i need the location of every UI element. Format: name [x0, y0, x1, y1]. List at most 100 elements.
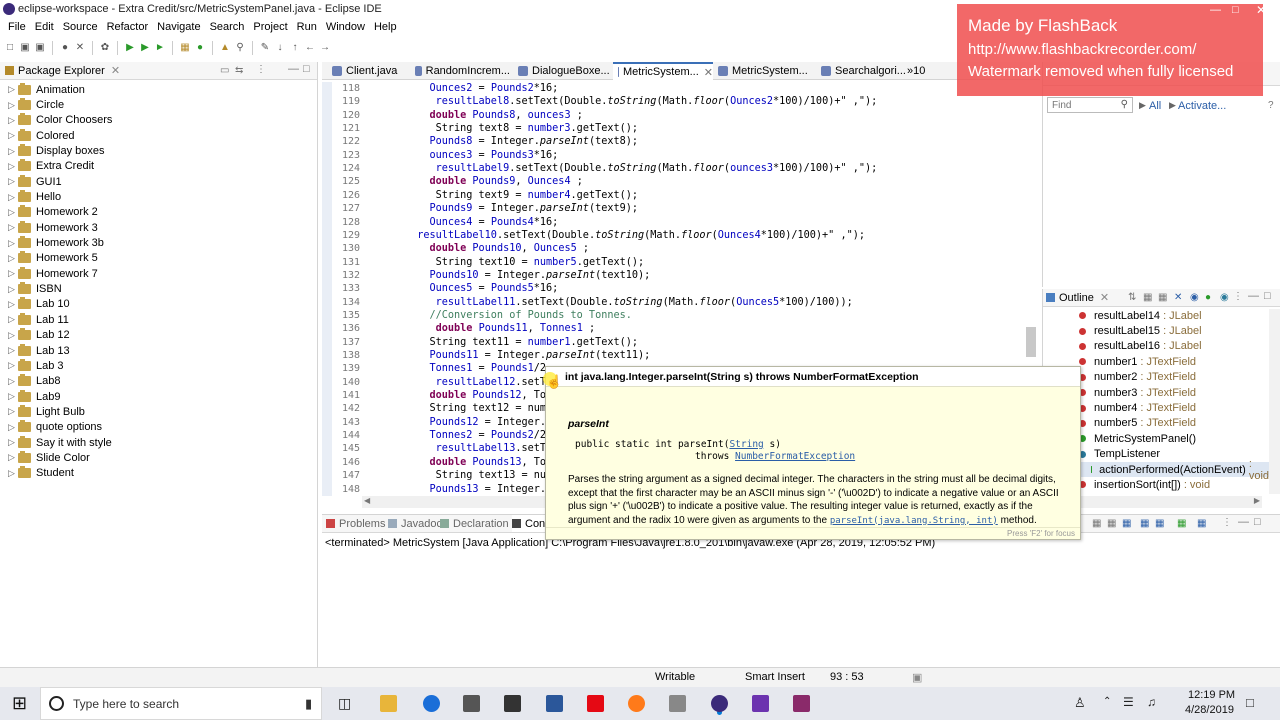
tab-outline[interactable]: Outline ✕ [1046, 289, 1109, 306]
code-line[interactable]: Ounces2 = Pounds2*16; [362, 83, 558, 94]
chevron-right-icon[interactable]: ▷ [8, 268, 18, 279]
window-close-icon[interactable]: ✕ [1256, 3, 1266, 17]
chevron-right-icon[interactable]: ▷ [8, 115, 18, 126]
task-view-icon[interactable]: ◫ [338, 695, 351, 712]
chevron-right-icon[interactable]: ▷ [8, 330, 18, 341]
back-icon[interactable]: ← [304, 42, 316, 54]
tab-search-algorithm[interactable]: Searchalgori... [816, 62, 916, 80]
project-item[interactable]: ▷ Say it with style [0, 435, 318, 450]
code-line[interactable]: resultLabel12.setT [362, 377, 546, 388]
tab-javadoc[interactable]: Javadoc [388, 515, 442, 532]
tab-problems[interactable]: Problems [326, 515, 385, 532]
chevron-right-icon[interactable]: ▷ [8, 238, 18, 249]
external-tools-icon[interactable]: ► [154, 42, 166, 54]
tab-declaration[interactable]: Declaration [440, 515, 509, 532]
more-tabs-indicator[interactable]: »10 [902, 62, 942, 80]
sort-icon[interactable]: ⇅ [1128, 292, 1136, 303]
word-icon[interactable] [546, 695, 563, 712]
file-explorer-icon[interactable] [380, 695, 397, 712]
chevron-right-icon[interactable]: ▷ [8, 146, 18, 157]
run-icon[interactable]: ▶ [124, 42, 136, 54]
hide-static-icon[interactable]: ▦ [1158, 292, 1167, 303]
code-line[interactable]: resultLabel10.setText(Double.toString(Ma… [362, 230, 865, 241]
all-link[interactable]: All [1149, 100, 1161, 112]
project-item[interactable]: ▷ Colored [0, 128, 318, 143]
menu-refactor[interactable]: Refactor [103, 19, 154, 37]
word-wrap-icon[interactable]: ▦ [1122, 518, 1131, 529]
project-item[interactable]: ▷ Lab 12 [0, 328, 318, 343]
open-type-icon[interactable]: ▲ [219, 42, 231, 54]
project-item[interactable]: ▷ Circle [0, 97, 318, 112]
project-item[interactable]: ▷ quote options [0, 420, 318, 435]
chevron-right-icon[interactable]: ▷ [8, 391, 18, 402]
link-with-editor-icon[interactable]: ◉ [1220, 292, 1229, 303]
code-line[interactable]: resultLabel13.setT [362, 443, 546, 454]
code-line[interactable]: double Pounds11, Tonnes1 ; [362, 323, 596, 334]
code-line[interactable]: double Pounds13, To [362, 457, 546, 468]
menu-file[interactable]: File [4, 19, 31, 37]
project-item[interactable]: ▷ Homework 2 [0, 205, 318, 220]
maximize-icon[interactable]: □ [303, 63, 310, 75]
activate-link[interactable]: Activate... [1178, 100, 1226, 112]
project-item[interactable]: ▷ ISBN [0, 281, 318, 296]
chevron-right-icon[interactable]: ▷ [8, 100, 18, 111]
code-line[interactable]: String text11 = number1.getText(); [362, 337, 638, 348]
notifications-icon[interactable]: □ [1246, 695, 1254, 710]
close-icon[interactable]: ✕ [1100, 291, 1109, 304]
maximize-icon[interactable]: □ [1264, 290, 1271, 302]
show-console-icon[interactable]: ▦ [1140, 518, 1149, 529]
edge-icon[interactable] [423, 695, 440, 712]
tab-dialogue-boxes[interactable]: DialogueBoxe... [513, 62, 613, 80]
chevron-right-icon[interactable]: ▷ [8, 192, 18, 203]
debug-icon[interactable]: ✿ [99, 42, 111, 54]
close-tab-icon[interactable]: ✕ [704, 66, 713, 79]
chevron-right-icon[interactable]: ▷ [8, 299, 18, 310]
code-line[interactable]: Pounds11 = Integer.parseInt(text11); [362, 350, 650, 361]
menu-source[interactable]: Source [59, 19, 103, 37]
chevron-right-icon[interactable]: ▷ [8, 422, 18, 433]
project-item[interactable]: ▷ Homework 3b [0, 235, 318, 250]
project-item[interactable]: ▷ Slide Color [0, 450, 318, 465]
code-line[interactable]: Ounces5 = Pounds5*16; [362, 283, 558, 294]
javadoc-hover-tooltip[interactable]: int java.lang.Integer.parseInt(String s)… [545, 366, 1081, 540]
project-item[interactable]: ▷ Student [0, 466, 318, 481]
project-item[interactable]: ▷ Homework 3 [0, 220, 318, 235]
code-line[interactable]: String text13 = nu [362, 470, 546, 481]
save-icon[interactable]: ▣ [19, 42, 31, 54]
search-icon[interactable]: ⚲ [234, 42, 246, 54]
project-item[interactable]: ▷ Extra Credit [0, 159, 318, 174]
project-item[interactable]: ▷ Homework 5 [0, 251, 318, 266]
chevron-right-icon[interactable]: ▷ [8, 376, 18, 387]
hide-local-types-icon[interactable]: ● [1205, 292, 1211, 303]
chevron-right-icon[interactable]: ▷ [8, 84, 18, 95]
code-line[interactable]: Tonnes1 = Pounds1/2 [362, 363, 546, 374]
project-item[interactable]: ▷ Lab9 [0, 389, 318, 404]
toggle-mark-icon[interactable]: ✎ [259, 42, 271, 54]
maximize-icon[interactable]: □ [1254, 516, 1261, 528]
code-line[interactable]: Pounds12 = Integer. [362, 417, 546, 428]
view-menu-icon[interactable]: ⋮ [1222, 517, 1232, 528]
code-line[interactable]: resultLabel11.setText(Double.toString(Ma… [362, 297, 853, 308]
tab-metric-system-2[interactable]: MetricSystem... [713, 62, 813, 80]
hide-nonpublic-icon[interactable]: ◉ [1190, 292, 1199, 303]
code-line[interactable]: String text9 = number4.getText(); [362, 190, 638, 201]
clock-date[interactable]: 4/28/2019 [1185, 704, 1234, 716]
outline-scrollbar[interactable] [1269, 309, 1280, 494]
chevron-right-icon[interactable]: ▷ [8, 468, 18, 479]
code-line[interactable]: String text10 = number5.getText(); [362, 257, 645, 268]
netflix-icon[interactable] [587, 695, 604, 712]
settings-gear-icon[interactable] [669, 695, 686, 712]
code-line[interactable]: double Pounds10, Ounces5 ; [362, 243, 589, 254]
view-menu-icon[interactable]: ⋮ [1233, 291, 1243, 302]
filter-icon[interactable]: ✕ [1174, 292, 1182, 303]
outline-item[interactable]: resultLabel15: JLabel [1043, 323, 1269, 338]
code-line[interactable]: Ounces4 = Pounds4*16; [362, 217, 558, 228]
people-icon[interactable]: ♙ [1074, 695, 1086, 711]
code-line[interactable]: Pounds10 = Integer.parseInt(text10); [362, 270, 650, 281]
outline-item[interactable]: resultLabel16: JLabel [1043, 339, 1269, 354]
save-all-icon[interactable]: ▣ [34, 42, 46, 54]
code-line[interactable]: //Conversion of Pounds to Tonnes. [362, 310, 631, 321]
tab-random-increm[interactable]: RandomIncrem... [410, 62, 510, 80]
windows-start-icon[interactable]: ⊞ [12, 694, 27, 712]
pin-console-icon[interactable]: ▦ [1155, 518, 1164, 529]
